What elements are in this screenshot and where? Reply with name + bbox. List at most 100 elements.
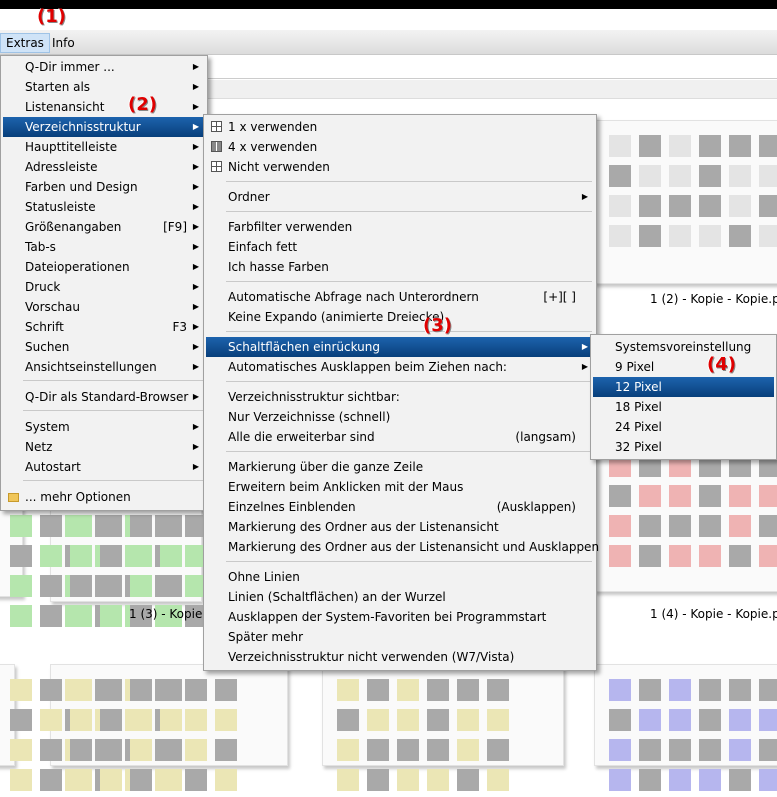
thumbnail-cell — [367, 739, 389, 761]
thumbnail-cell — [609, 769, 631, 791]
thumbnail[interactable] — [594, 440, 777, 592]
menu-item[interactable]: Ordner ▶ — [206, 187, 594, 207]
menu-item[interactable]: Ich hasse Farben — [206, 257, 594, 277]
thumbnail[interactable] — [594, 664, 777, 791]
thumbnail[interactable] — [322, 664, 564, 791]
thumbnail-cell — [639, 195, 661, 217]
extras-menu: Q-Dir immer ... ▶ Starten als ▶ Listenansich… — [0, 55, 208, 511]
menu-item[interactable]: Nur Verzeichnisse (schnell) — [206, 407, 594, 427]
menu-item[interactable]: Einzelnes Einblenden (Ausklappen) — [206, 497, 594, 517]
menu-item[interactable]: 18 Pixel — [593, 397, 774, 417]
menu-item[interactable]: Suchen ▶ — [3, 337, 205, 357]
menu-extras[interactable]: Extras — [0, 33, 50, 53]
button-indent-submenu: Systemsvoreinstellung 9 Pixel 12 Pixel 18 P… — [590, 334, 777, 460]
menu-item[interactable]: Tab-s ▶ — [3, 237, 205, 257]
menu-item-label: Druck — [25, 280, 61, 294]
menu-item[interactable]: Verzeichnisstruktur ▶ — [3, 117, 205, 137]
thumbnail-cell — [457, 739, 479, 761]
thumbnail-cell — [160, 515, 182, 537]
menu-item[interactable]: Markierung des Ordner aus der Listenansi… — [206, 537, 599, 557]
menu-item-label: Nicht verwenden — [228, 160, 330, 174]
thumbnail-cell — [609, 739, 631, 761]
menu-item[interactable]: 9 Pixel — [593, 357, 774, 377]
menu-item[interactable]: Systemsvoreinstellung — [593, 337, 774, 357]
thumbnail-cell — [609, 679, 631, 701]
menu-item[interactable]: Q-Dir als Standard-Browser ▶ — [3, 387, 205, 407]
menu-item[interactable]: Statusleiste ▶ — [3, 197, 205, 217]
menu-item[interactable]: Markierung über die ganze Zeile — [206, 457, 594, 477]
thumbnail-cell — [367, 709, 389, 731]
menu-item[interactable]: 32 Pixel — [593, 437, 774, 457]
menu-item[interactable]: Q-Dir immer ... ▶ — [3, 57, 205, 77]
menu-item[interactable]: Druck ▶ — [3, 277, 205, 297]
menu-item[interactable]: Größenangaben [F9] ▶ — [3, 217, 205, 237]
menu-item[interactable]: Ansichtseinstellungen ▶ — [3, 357, 205, 377]
thumbnail-cell — [759, 515, 777, 537]
menu-item[interactable]: Automatische Abfrage nach Unterordnern [+… — [206, 287, 594, 307]
menu-item[interactable]: Listenansicht ▶ — [3, 97, 205, 117]
menu-item[interactable]: Markierung des Ordner aus der Listenansi… — [206, 517, 594, 537]
thumbnail-cell — [609, 485, 631, 507]
menu-item[interactable]: Erweitern beim Anklicken mit der Maus — [206, 477, 594, 497]
menu-item[interactable]: Adressleiste ▶ — [3, 157, 205, 177]
menu-item[interactable]: Automatisches Ausklappen beim Ziehen nac… — [206, 357, 594, 377]
thumbnail[interactable] — [0, 500, 182, 627]
thumbnail-cell — [487, 709, 509, 731]
menu-item[interactable]: Autostart ▶ — [3, 457, 205, 477]
menu-item[interactable]: Dateioperationen ▶ — [3, 257, 205, 277]
menu-item-label: Ausklappen der System-Favoriten bei Prog… — [228, 610, 547, 624]
thumbnail-cell — [669, 135, 691, 157]
thumbnail-cell — [70, 769, 92, 791]
thumbnail-cell — [639, 485, 661, 507]
thumbnail[interactable] — [0, 664, 182, 791]
menu-info[interactable]: Info — [47, 34, 80, 52]
thumbnail-cell — [160, 575, 182, 597]
menu-item-label: Ohne Linien — [228, 570, 300, 584]
menu-item[interactable]: System ▶ — [3, 417, 205, 437]
menu-item[interactable]: Haupttitelleiste ▶ — [3, 137, 205, 157]
file-name-label[interactable]: 1 (2) - Kopie - Kopie.png — [650, 292, 777, 306]
menu-item[interactable]: Linien (Schaltflächen) an der Wurzel — [206, 587, 594, 607]
menu-item-label: Automatische Abfrage nach Unterordnern — [228, 290, 479, 304]
menu-item[interactable]: Ohne Linien — [206, 567, 594, 587]
menu-item[interactable]: Ausklappen der System-Favoriten bei Prog… — [206, 607, 594, 627]
thumbnail-cell — [699, 709, 721, 731]
menu-item[interactable]: Vorschau ▶ — [3, 297, 205, 317]
menu-item[interactable]: 1 x verwenden — [206, 117, 594, 137]
thumbnail-cell — [10, 679, 32, 701]
address-bar[interactable] — [205, 56, 777, 79]
submenu-arrow-icon: ▶ — [192, 302, 199, 311]
menu-item[interactable]: Starten als ▶ — [3, 77, 205, 97]
menu-item[interactable]: 4 x verwenden — [206, 137, 594, 157]
menu-item[interactable]: Schrift F3 ▶ — [3, 317, 205, 337]
menu-item[interactable]: Verzeichnisstruktur sichtbar: — [206, 387, 594, 407]
thumbnail-cell — [130, 575, 152, 597]
menu-item[interactable]: 12 Pixel — [593, 377, 774, 397]
menu-item[interactable]: Farben und Design ▶ — [3, 177, 205, 197]
menu-item-label: Nur Verzeichnisse (schnell) — [228, 410, 391, 424]
menu-item[interactable]: Keine Expando (animierte Dreiecke). — [206, 307, 594, 327]
menu-item[interactable]: Farbfilter verwenden — [206, 217, 594, 237]
thumbnail-cell — [639, 225, 661, 247]
menu-item[interactable]: Netz ▶ — [3, 437, 205, 457]
thumbnail-cell — [185, 739, 207, 761]
thumbnail[interactable] — [594, 120, 777, 284]
menu-item[interactable]: Einfach fett — [206, 237, 594, 257]
thumbnail-cell — [609, 135, 631, 157]
thumbnail-cell — [337, 739, 359, 761]
thumbnail-cell — [40, 769, 62, 791]
menu-item-label: Erweitern beim Anklicken mit der Maus — [228, 480, 464, 494]
menu-item[interactable]: Alle die erweiterbar sind (langsam) — [206, 427, 594, 447]
menu-item[interactable]: Verzeichnisstruktur nicht verwenden (W7/… — [206, 647, 594, 667]
thumbnail-cell — [397, 679, 419, 701]
thumbnail-cell — [185, 679, 207, 701]
menu-item[interactable]: 24 Pixel — [593, 417, 774, 437]
thumbnail-cell — [699, 515, 721, 537]
menu-item[interactable]: ... mehr Optionen — [3, 487, 205, 507]
menu-item[interactable]: Schaltflächen einrückung ▶ — [206, 337, 594, 357]
submenu-arrow-icon: ▶ — [192, 62, 199, 71]
file-name-label[interactable]: 1 (4) - Kopie - Kopie.png — [650, 607, 777, 621]
menu-item[interactable]: Nicht verwenden — [206, 157, 594, 177]
thumbnail-image — [4, 673, 188, 797]
menu-item[interactable]: Später mehr — [206, 627, 594, 647]
